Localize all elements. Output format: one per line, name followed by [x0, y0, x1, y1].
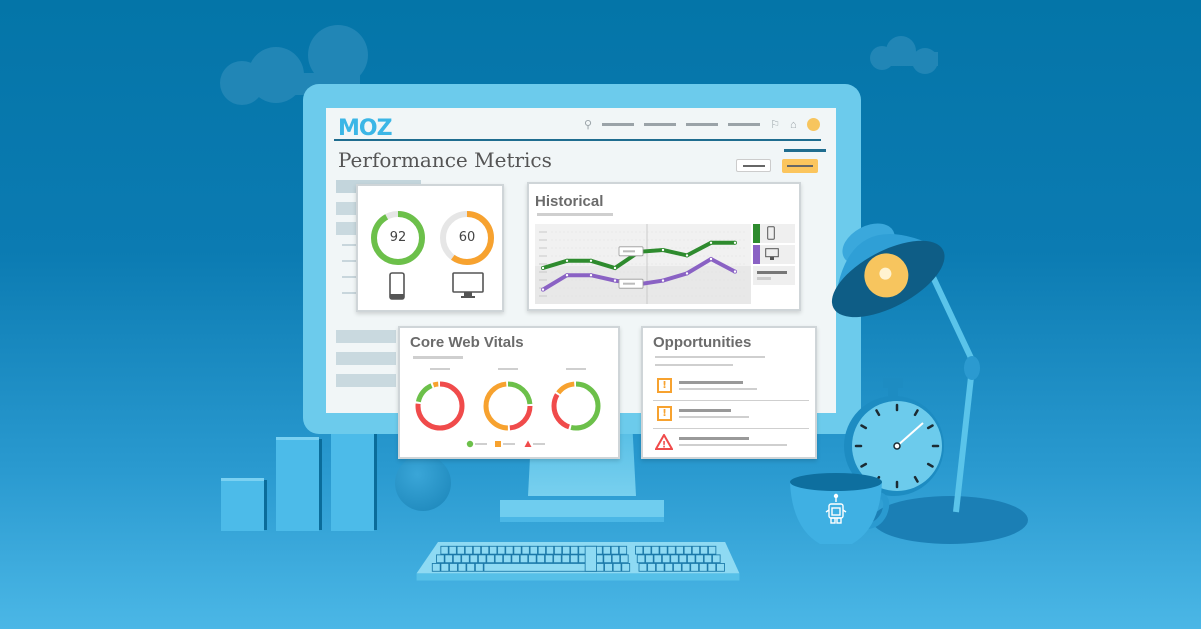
series-point-desktop [613, 278, 618, 283]
series-point-desktop [684, 271, 689, 276]
active-tab-indicator [784, 149, 826, 152]
nav-divider [334, 139, 821, 141]
series-point-mobile [564, 258, 569, 263]
search-icon[interactable]: ⚲ [584, 118, 592, 131]
series-point-mobile [708, 240, 713, 245]
core-web-vitals-card[interactable]: Core Web Vitals [398, 326, 620, 459]
decor-bar-1 [221, 478, 267, 531]
secondary-button[interactable] [736, 159, 771, 172]
smartphone-icon [389, 272, 405, 300]
legend-circle [466, 440, 487, 448]
svg-text:!: ! [662, 441, 666, 451]
keyboard [416, 542, 740, 581]
series-point-mobile [541, 266, 546, 271]
warning-square-icon: ! [657, 406, 672, 421]
series-point-desktop [589, 273, 594, 278]
legend-triangle [524, 440, 545, 447]
tooltip-mobile [618, 246, 644, 257]
historical-subtitle-placeholder [537, 213, 613, 216]
top-nav: ⚲ ⚐ ⌂ [584, 118, 820, 131]
series-point-desktop [564, 273, 569, 278]
series-point-mobile [732, 240, 737, 245]
series-point-desktop [732, 269, 737, 274]
desktop-monitor-icon [452, 272, 484, 298]
monitor-stand-base [500, 500, 664, 522]
opportunity-item[interactable]: ! [643, 432, 815, 458]
home-icon[interactable]: ⌂ [790, 119, 797, 131]
historical-card[interactable]: Historical [527, 182, 801, 311]
avatar[interactable] [806, 118, 820, 131]
legend-desktop[interactable] [753, 245, 795, 264]
warning-square-icon: ! [657, 378, 672, 393]
coffee-mug [790, 473, 890, 544]
opportunities-title: Opportunities [653, 334, 752, 351]
opportunity-item[interactable]: ! [643, 376, 815, 402]
donut-label-placeholder [566, 368, 586, 370]
decor-ball [395, 455, 451, 511]
series-point-desktop [661, 278, 666, 283]
alert-triangle-icon: ! [655, 434, 673, 450]
cloud-right [870, 36, 942, 74]
nav-link[interactable] [686, 123, 719, 126]
cwv-donut [415, 381, 465, 431]
cwv-subtitle-placeholder [413, 356, 463, 359]
nav-link[interactable] [602, 123, 635, 126]
core-web-vitals-title: Core Web Vitals [410, 334, 524, 351]
lamp-joint [964, 356, 980, 380]
legend-mobile[interactable] [753, 224, 795, 243]
flag-icon[interactable]: ⚐ [770, 118, 780, 131]
page-title: Performance Metrics [338, 148, 552, 172]
desktop-score-value: 60 [458, 230, 476, 245]
smartphone-icon [767, 226, 775, 240]
decor-bar-2 [276, 437, 322, 531]
cwv-donut [551, 381, 601, 431]
speed-score-card[interactable]: 92 60 [356, 184, 504, 312]
historical-title: Historical [535, 193, 604, 210]
desktop-monitor-icon [765, 248, 779, 260]
primary-button[interactable] [782, 159, 818, 173]
series-point-mobile [661, 247, 666, 252]
series-point-mobile [613, 266, 618, 271]
legend-square [495, 441, 515, 447]
nav-link[interactable] [644, 123, 677, 126]
historical-legend [753, 224, 795, 285]
cwv-donut [483, 381, 533, 431]
opportunity-item[interactable]: ! [643, 404, 815, 430]
donut-label-placeholder [498, 368, 518, 370]
tooltip-desktop [618, 278, 644, 289]
historical-line-chart[interactable] [535, 224, 751, 304]
lamp-arm-lower [953, 367, 975, 513]
series-point-desktop [708, 257, 713, 262]
donut-label-placeholder [430, 368, 450, 370]
nav-link[interactable] [728, 123, 761, 126]
mobile-score-value: 92 [389, 230, 407, 245]
opportunities-card[interactable]: Opportunities !!! [641, 326, 817, 459]
opportunities-subtitle-placeholder [655, 364, 733, 366]
series-point-mobile [684, 253, 689, 258]
series-point-mobile [589, 258, 594, 263]
opportunities-subtitle-placeholder [655, 356, 765, 358]
moz-logo[interactable]: MOZ [338, 116, 393, 141]
series-point-desktop [541, 287, 546, 292]
core-web-vitals-donuts [415, 368, 601, 448]
